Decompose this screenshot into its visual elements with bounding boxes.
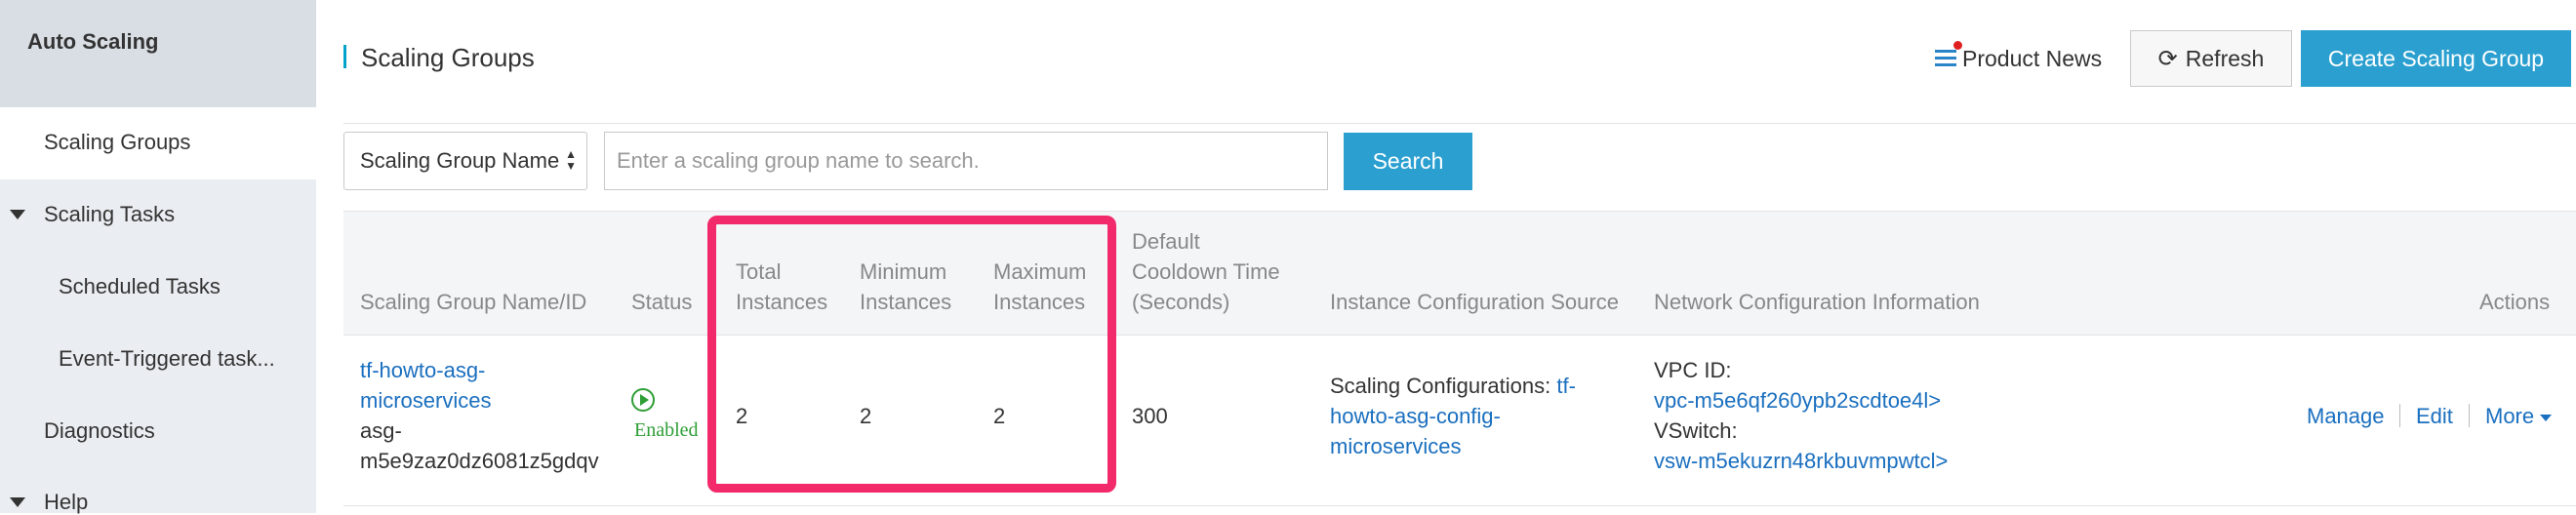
edit-link[interactable]: Edit	[2416, 401, 2453, 431]
min-instances-value: 2	[860, 404, 872, 428]
sidebar-item-scaling-tasks[interactable]: Scaling Tasks	[44, 202, 175, 227]
search-input[interactable]	[604, 132, 1328, 190]
status-badge: Enabled	[634, 419, 699, 441]
refresh-label: Refresh	[2185, 45, 2265, 71]
sidebar-item-scaling-groups[interactable]: Scaling Groups	[44, 130, 190, 155]
vswitch-id-link[interactable]: vsw-m5ekuzrn48rkbuvmpwtcl>	[1654, 446, 1948, 476]
sidebar-item-diagnostics[interactable]: Diagnostics	[44, 418, 155, 444]
manage-link[interactable]: Manage	[2307, 401, 2385, 431]
vpc-id-link[interactable]: vpc-m5e6qf260ypb2scdtoe4l>	[1654, 385, 1948, 416]
cooldown-value: 300	[1132, 404, 1168, 428]
refresh-button[interactable]: ⟳ Refresh	[2130, 30, 2292, 87]
product-news-label: Product News	[1962, 45, 2103, 71]
scaling-group-id: asg- m5e9zaz0dz6081z5gdqv	[360, 418, 599, 473]
search-button[interactable]: Search	[1344, 133, 1472, 190]
more-dropdown[interactable]: More	[2485, 401, 2553, 431]
col-header-cooldown: Default Cooldown Time (Seconds)	[1132, 229, 1280, 314]
col-header-network: Network Configuration Information	[1654, 290, 1980, 314]
config-source-link[interactable]: tf-	[1556, 374, 1576, 398]
page-title: Scaling Groups	[361, 43, 535, 72]
search-field-select-value: Scaling Group Name	[360, 148, 560, 173]
chevron-down-icon[interactable]	[10, 210, 25, 219]
col-header-total: Total Instances	[736, 259, 828, 314]
config-source-link[interactable]: howto-asg-config-	[1330, 401, 1576, 431]
col-header-max: Maximum Instances	[993, 259, 1087, 314]
network-config: VPC ID: vpc-m5e6qf260ypb2scdtoe4l> VSwit…	[1654, 355, 1948, 476]
vpc-label: VPC ID:	[1654, 358, 1732, 382]
col-header-status: Status	[631, 290, 693, 314]
play-circle-icon	[631, 388, 655, 412]
sidebar-title: Auto Scaling	[27, 29, 159, 54]
sidebar-item-scheduled-tasks[interactable]: Scheduled Tasks	[59, 274, 221, 299]
search-field-select[interactable]: Scaling Group Name ▲ ▼	[343, 132, 587, 190]
action-separator	[2469, 404, 2470, 427]
config-source-link[interactable]: microservices	[1330, 431, 1576, 461]
col-header-actions: Actions	[2479, 290, 2551, 314]
config-source: Scaling Configurations: tf- howto-asg-co…	[1330, 371, 1576, 461]
total-instances-value: 2	[736, 404, 748, 428]
title-accent-bar	[343, 45, 346, 68]
col-header-min: Minimum Instances	[860, 259, 952, 314]
product-news-link[interactable]: Product News	[1935, 41, 2103, 74]
action-separator	[2399, 404, 2400, 427]
vswitch-label: VSwitch:	[1654, 418, 1738, 443]
table-row-divider	[343, 505, 2576, 506]
refresh-icon: ⟳	[2157, 45, 2178, 72]
notification-dot	[1953, 41, 1962, 50]
col-header-config-source: Instance Configuration Source	[1330, 290, 1619, 314]
scaling-group-name-link[interactable]: tf-howto-asg- microservices	[360, 355, 491, 416]
create-scaling-group-button[interactable]: Create Scaling Group	[2301, 30, 2571, 87]
sidebar: Auto Scaling Scaling Groups Scaling Task…	[0, 0, 316, 515]
header-divider	[343, 123, 2576, 124]
sort-arrows-icon: ▲ ▼	[565, 147, 577, 173]
caret-down-icon	[2540, 414, 2553, 421]
list-icon	[1935, 41, 1962, 69]
col-header-name: Scaling Group Name/ID	[360, 290, 587, 314]
max-instances-value: 2	[993, 404, 1006, 428]
chevron-down-icon[interactable]	[10, 497, 25, 507]
sidebar-item-help[interactable]: Help	[44, 490, 88, 515]
sidebar-item-event-triggered-tasks[interactable]: Event-Triggered task...	[59, 346, 275, 372]
more-label: More	[2485, 404, 2535, 428]
sidebar-header: Auto Scaling	[0, 0, 316, 107]
